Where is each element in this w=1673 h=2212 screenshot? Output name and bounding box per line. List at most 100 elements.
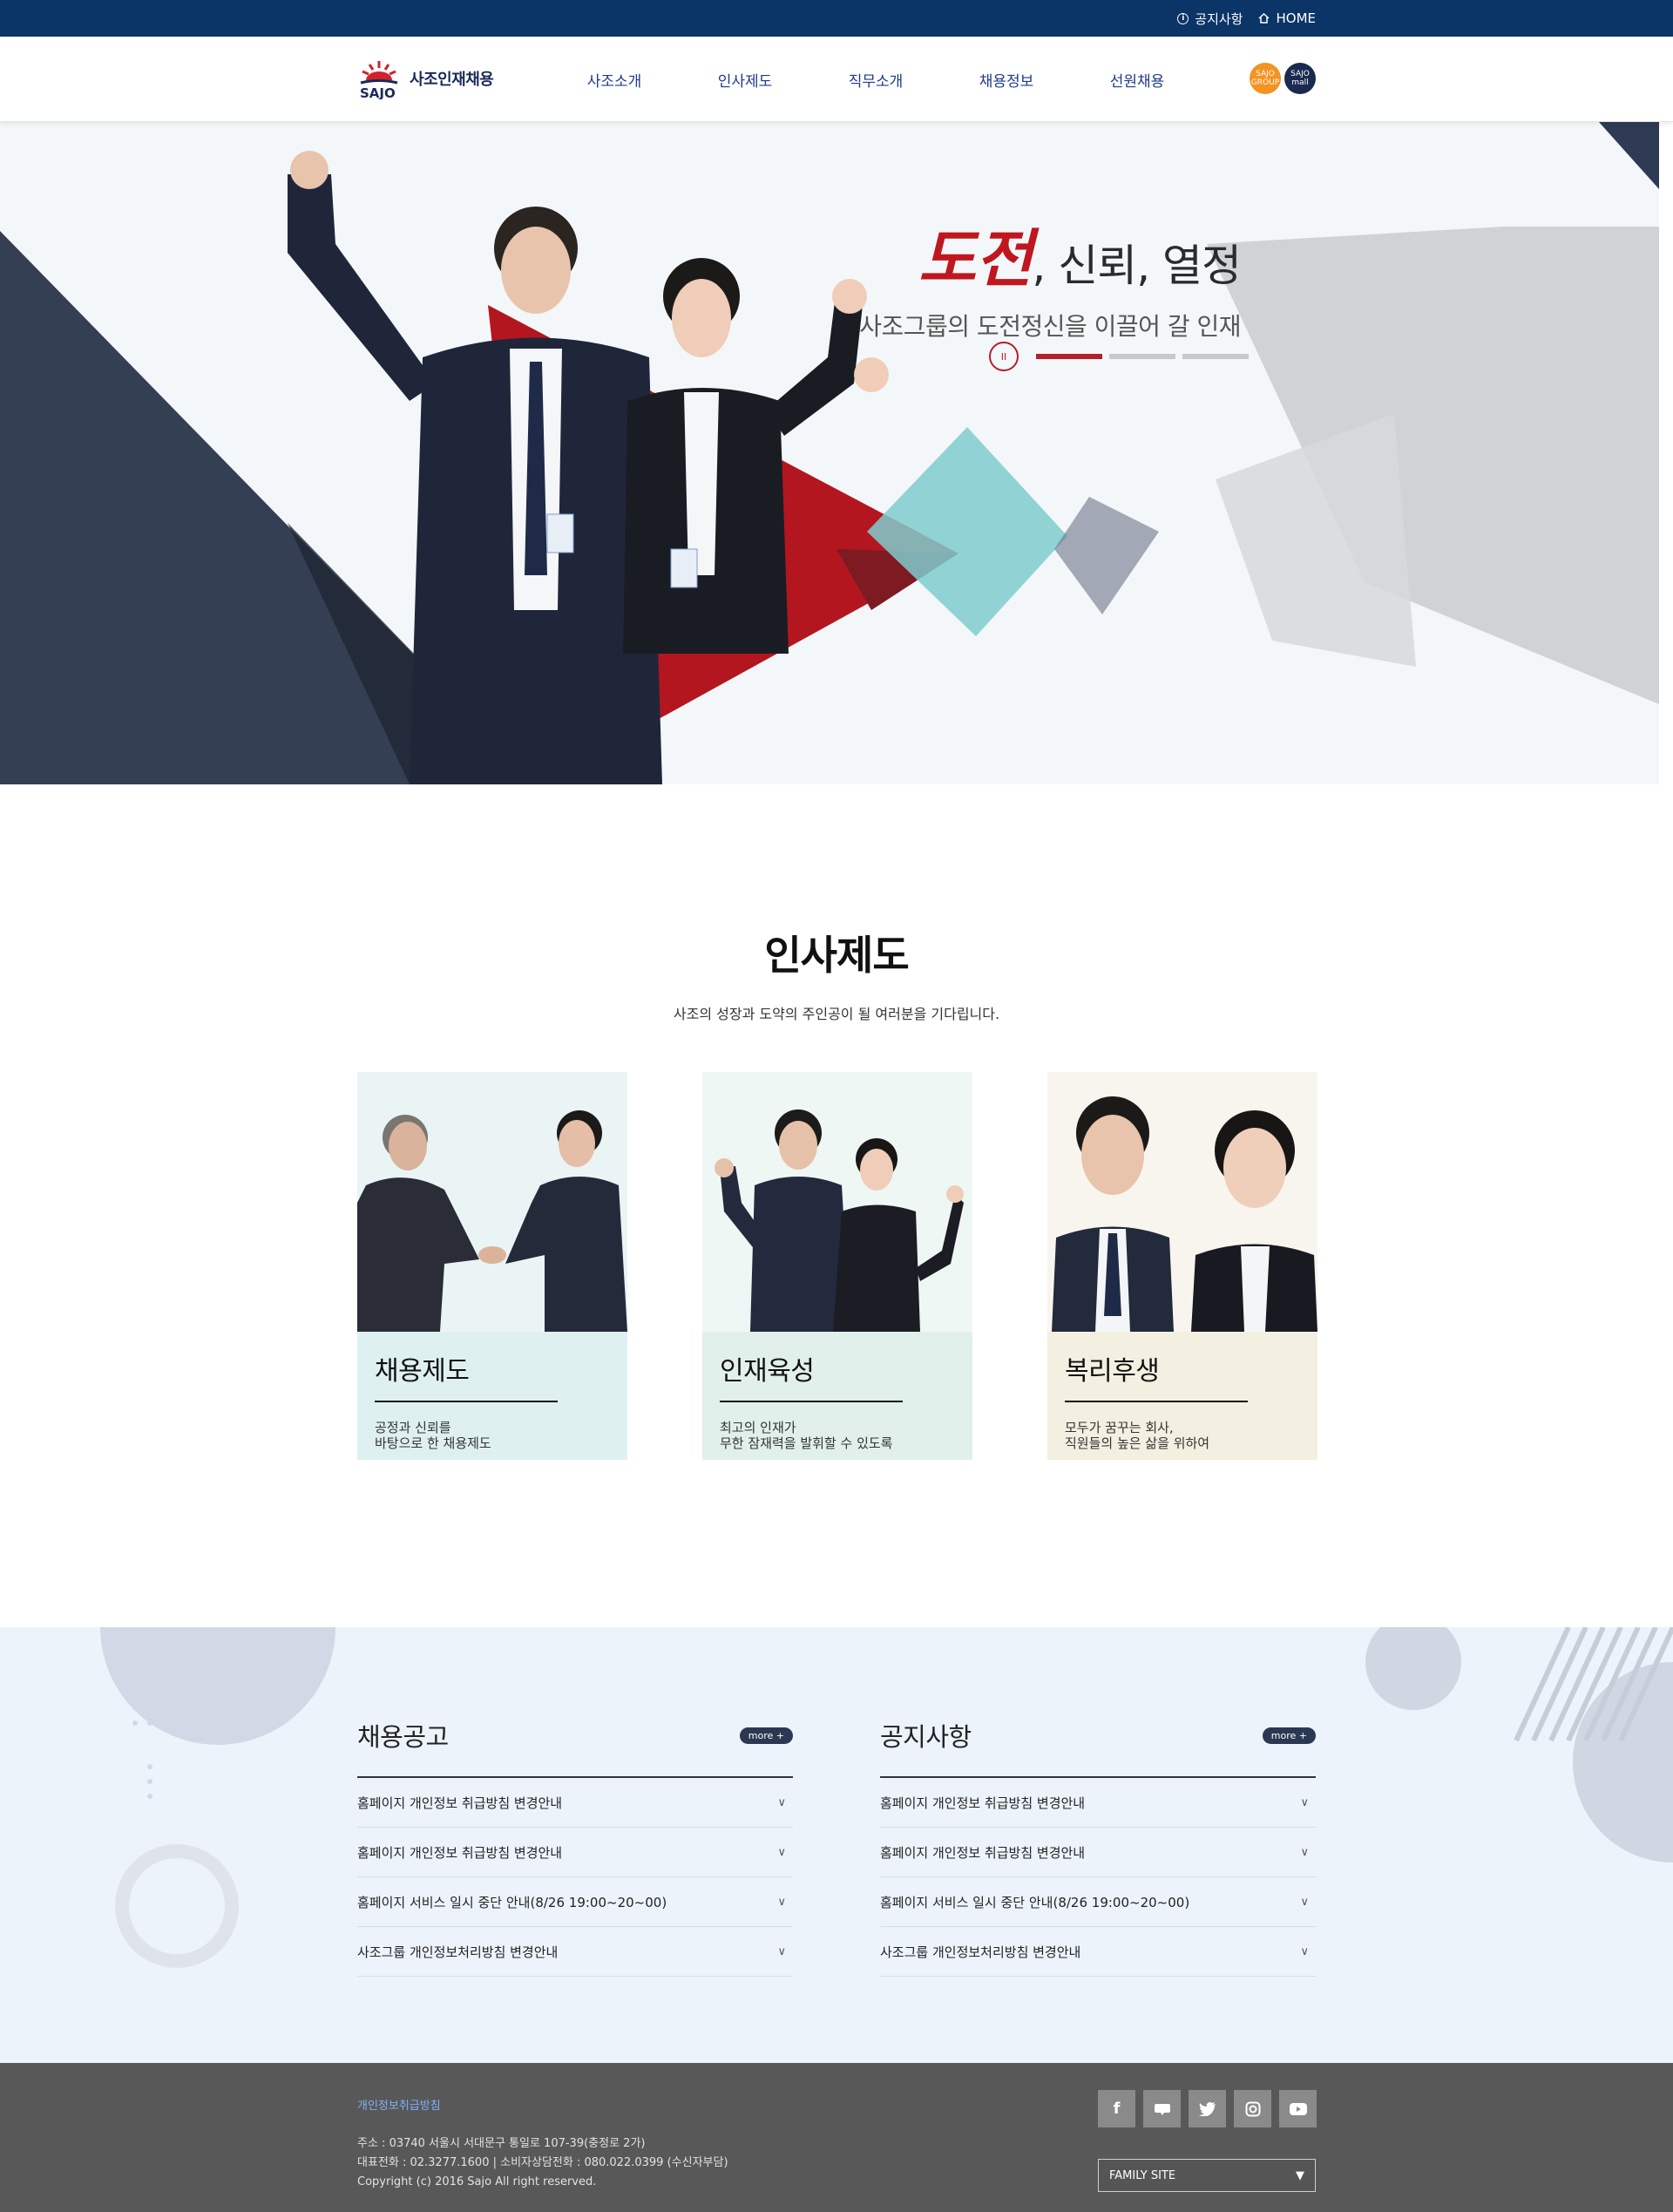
list-item-title: 사조그룹 개인정보처리방침 변경안내 [357,1944,559,1960]
hr-card-welfare[interactable]: 복리후생 모두가 꿈꾸는 회사, 직원들의 높은 삶을 위하여 [1047,1072,1317,1460]
info-icon: i [1177,12,1189,24]
nav-item-hr-system[interactable]: 인사제도 [680,69,810,91]
chevron-down-icon: ∨ [1300,1944,1309,1958]
top-utility-bar: i 공지사항 HOME [0,0,1673,37]
sajo-logo-icon: SAJO [357,58,401,101]
company-info: 주소 : 03740 서울시 서대문구 통일로 107-39(충정로 2가) 대… [357,2134,728,2192]
hr-card-talent-development[interactable]: 인재육성 최고의 인재가 무한 잠재력을 발휘할 수 있도록 [702,1072,972,1460]
list-item[interactable]: 홈페이지 개인정보 취급방침 변경안내 ∨ [880,1778,1316,1828]
hero-slider-controls: II [989,342,1249,371]
card-desc-line2: 직원들의 높은 삶을 위하여 [1065,1435,1210,1451]
list-item-title: 홈페이지 서비스 일시 중단 안내(8/26 19:00~20~00) [357,1894,667,1910]
list-item[interactable]: 홈페이지 서비스 일시 중단 안내(8/26 19:00~20~00) ∨ [357,1877,793,1927]
chevron-down-icon: ▼ [1296,2168,1304,2182]
youtube-icon[interactable] [1279,2090,1317,2127]
notice-link-label: 공지사항 [1195,10,1243,27]
hr-card-recruit-system[interactable]: 채용제도 공정과 신뢰를 바탕으로 한 채용제도 [357,1072,627,1460]
list-item[interactable]: 홈페이지 서비스 일시 중단 안내(8/26 19:00~20~00) ∨ [880,1877,1316,1927]
list-item-title: 홈페이지 개인정보 취급방침 변경안내 [357,1844,563,1861]
family-site-label: FAMILY SITE [1109,2168,1176,2182]
more-button[interactable]: more + [739,1727,793,1744]
card-desc-line2: 무한 잠재력을 발휘할 수 있도록 [720,1435,893,1451]
handshake-photo [357,1072,627,1332]
logo[interactable]: SAJO 사조인재채용 [357,58,494,101]
card-desc-line1: 모두가 꿈꾸는 회사, [1065,1420,1174,1435]
board-header: 공지사항 more + [880,1714,1316,1756]
nav-item-about[interactable]: 사조소개 [549,69,680,91]
card-title: 채용제도 [375,1356,470,1387]
slide-indicator-2[interactable] [1109,354,1175,359]
card-caption: 채용제도 공정과 신뢰를 바탕으로 한 채용제도 [357,1332,627,1460]
list-item[interactable]: 홈페이지 개인정보 취급방침 변경안내 ∨ [357,1828,793,1877]
home-link-label: HOME [1276,10,1316,26]
hero-subline: 사조그룹의 도전정신을 이끌어 갈 인재 [859,312,1241,341]
slide-indicator-1[interactable] [1036,354,1102,359]
blog-icon[interactable] [1143,2090,1181,2127]
chevron-down-icon: ∨ [777,1845,786,1859]
cheering-photo [702,1072,972,1332]
board-section [0,1627,1673,2063]
facebook-icon[interactable]: f [1098,2090,1135,2127]
card-caption: 인재육성 최고의 인재가 무한 잠재력을 발휘할 수 있도록 [702,1332,972,1460]
chevron-down-icon: ∨ [1300,1895,1309,1909]
hero-graphic [0,122,1659,784]
card-desc: 모두가 꿈꾸는 회사, 직원들의 높은 삶을 위하여 [1065,1420,1300,1451]
card-desc-line1: 공정과 신뢰를 [375,1420,451,1435]
sajo-mall-link[interactable]: SAJO mall [1284,63,1316,94]
home-link[interactable]: HOME [1258,10,1316,26]
card-title: 복리후생 [1065,1356,1160,1387]
chevron-down-icon: ∨ [1300,1845,1309,1859]
nav-item-jobs[interactable]: 직무소개 [810,69,941,91]
hero-headline: 도전, 신뢰, 열정 [859,207,1242,299]
footer: 개인정보취급방침 주소 : 03740 서울시 서대문구 통일로 107-39(… [0,2063,1673,2212]
card-desc-line1: 최고의 인재가 [720,1420,796,1435]
list-item-title: 홈페이지 개인정보 취급방침 변경안내 [880,1795,1086,1811]
hero-headline-rest: , 신뢰, 열정 [1032,241,1242,291]
card-divider [1065,1401,1248,1402]
list-item[interactable]: 홈페이지 개인정보 취급방침 변경안내 ∨ [880,1828,1316,1877]
pause-button[interactable]: II [989,342,1019,371]
list-item[interactable]: 홈페이지 개인정보 취급방침 변경안내 ∨ [357,1778,793,1828]
group-site-links: SAJO GROUP SAJO mall [1250,63,1316,94]
privacy-policy-link[interactable]: 개인정보취급방침 [357,2096,441,2113]
hr-section-desc: 사조의 성장과 도약의 주인공이 될 여러분을 기다립니다. [673,1006,1000,1022]
copyright: Copyright (c) 2016 Sajo All right reserv… [357,2175,597,2188]
chevron-down-icon: ∨ [1300,1795,1309,1809]
recruit-board: 채용공고 more + 홈페이지 개인정보 취급방침 변경안내 ∨ 홈페이지 개인… [357,1714,793,1977]
slide-indicator-3[interactable] [1182,354,1249,359]
phone-numbers: 대표전화 : 02.3277.1600 | 소비자상담전화 : 080.022.… [357,2156,728,2169]
hero-copy: 도전, 신뢰, 열정 사조그룹의 도전정신을 이끌어 갈 인재 [859,207,1242,343]
svg-text:SAJO: SAJO [360,85,396,99]
nav-item-crew-recruit[interactable]: 선원채용 [1072,69,1202,91]
portrait-photo [1047,1072,1317,1332]
card-desc-line2: 바탕으로 한 채용제도 [375,1435,491,1451]
chevron-down-icon: ∨ [777,1795,786,1809]
list-item[interactable]: 사조그룹 개인정보처리방침 변경안내 ∨ [357,1927,793,1977]
instagram-icon[interactable] [1234,2090,1271,2127]
board-title: 채용공고 [357,1722,449,1752]
list-item[interactable]: 사조그룹 개인정보처리방침 변경안내 ∨ [880,1927,1316,1977]
family-site-select[interactable]: FAMILY SITE ▼ [1098,2159,1316,2192]
hero-headline-accent: 도전 [918,221,1033,295]
nav-item-recruit-info[interactable]: 채용정보 [941,69,1072,91]
list-item-title: 홈페이지 개인정보 취급방침 변경안내 [357,1795,563,1811]
notice-board: 공지사항 more + 홈페이지 개인정보 취급방침 변경안내 ∨ 홈페이지 개인… [880,1714,1316,1977]
twitter-icon[interactable] [1189,2090,1226,2127]
notice-link[interactable]: i 공지사항 [1177,10,1243,28]
list-item-title: 홈페이지 개인정보 취급방침 변경안내 [880,1844,1086,1861]
card-caption: 복리후생 모두가 꿈꾸는 회사, 직원들의 높은 삶을 위하여 [1047,1332,1317,1460]
board-title: 공지사항 [880,1722,972,1752]
card-desc: 공정과 신뢰를 바탕으로 한 채용제도 [375,1420,610,1451]
sajo-group-link[interactable]: SAJO GROUP [1250,63,1281,94]
more-button[interactable]: more + [1262,1727,1316,1744]
card-title: 인재육성 [720,1356,815,1387]
hr-section-title: 인사제도 [764,932,909,979]
logo-title: 사조인재채용 [410,71,494,89]
chevron-down-icon: ∨ [777,1944,786,1958]
board-background-shapes [100,1627,1673,1968]
address: 주소 : 03740 서울시 서대문구 통일로 107-39(충정로 2가) [357,2137,646,2150]
utility-links: i 공지사항 HOME [1177,0,1316,37]
card-divider [720,1401,903,1402]
chevron-down-icon: ∨ [777,1895,786,1909]
social-links: f [1098,2090,1317,2127]
